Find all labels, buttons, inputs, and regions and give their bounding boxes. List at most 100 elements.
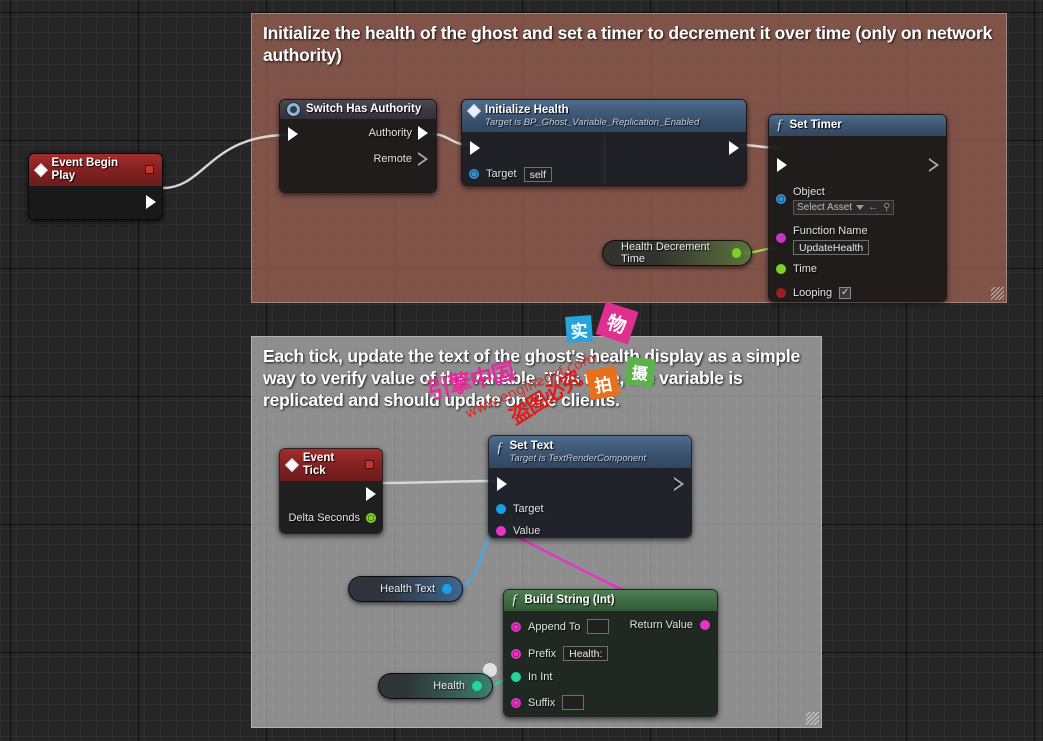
pin-label-value: Value: [513, 525, 540, 537]
exec-out-pin[interactable]: [929, 158, 939, 172]
pin-label-function-name: Function Name: [793, 225, 869, 237]
comment-resize-grip-icon[interactable]: [806, 712, 819, 725]
target-value-field[interactable]: self: [524, 167, 552, 182]
event-stop-icon[interactable]: [365, 460, 374, 469]
function-name-field[interactable]: UpdateHealth: [793, 240, 869, 255]
append-to-field[interactable]: [587, 619, 609, 634]
variable-get-health-text[interactable]: Health Text: [348, 576, 463, 602]
target-pin-icon[interactable]: [469, 169, 479, 179]
suffix-field[interactable]: [562, 695, 584, 710]
node-title: Set Timer: [790, 119, 842, 132]
pin-label-suffix: Suffix: [528, 697, 555, 709]
int-out-pin-icon[interactable]: [472, 681, 482, 691]
pin-label-return-value: Return Value: [630, 619, 693, 631]
node-header: ƒ Set Timer: [769, 115, 946, 136]
function-icon: ƒ: [511, 593, 519, 608]
function-diamond-icon: [467, 104, 481, 118]
function-name-pin-icon[interactable]: [776, 233, 786, 243]
exec-out-pin[interactable]: [729, 141, 739, 155]
node-title: Build String (Int): [525, 594, 615, 607]
node-switch-has-authority[interactable]: Switch Has Authority Authority Remote: [279, 99, 437, 193]
node-header: Switch Has Authority: [280, 100, 436, 119]
pin-label-time: Time: [793, 263, 817, 275]
node-header: ƒ Build String (Int): [504, 590, 717, 611]
in-int-pin-icon[interactable]: [511, 672, 521, 682]
asset-picker-value: Select Asset: [797, 202, 852, 213]
value-pin-icon[interactable]: [496, 526, 506, 536]
exec-out-pin[interactable]: [146, 195, 156, 209]
looping-pin-icon[interactable]: [776, 288, 786, 298]
variable-get-health[interactable]: Health: [378, 673, 493, 699]
node-title: Initialize Health: [485, 104, 699, 117]
event-diamond-icon: [285, 458, 299, 472]
node-title: Set Text: [510, 440, 647, 453]
chevron-down-icon[interactable]: [856, 205, 864, 210]
comment-resize-grip-icon[interactable]: [991, 287, 1004, 300]
exec-in-pin[interactable]: [497, 477, 507, 491]
pin-label-looping: Looping: [793, 287, 832, 299]
object-asset-picker[interactable]: Select Asset ← ⚲: [793, 200, 894, 215]
node-event-begin-play[interactable]: Event Begin Play: [28, 153, 163, 220]
node-body: Delta Seconds: [280, 481, 382, 533]
append-to-pin-icon[interactable]: [511, 622, 521, 632]
time-pin-icon[interactable]: [776, 264, 786, 274]
target-pin-icon[interactable]: [496, 504, 506, 514]
node-build-string-int[interactable]: ƒ Build String (Int) Append To Return Va…: [503, 589, 718, 717]
node-body: Target self: [462, 132, 746, 185]
node-column-divider: [604, 132, 605, 185]
prefix-field[interactable]: Health:: [563, 646, 608, 661]
node-subtitle: Target is BP_Ghost_Variable_Replication_…: [485, 118, 699, 129]
node-body: Append To Return Value Prefix Health: In…: [504, 611, 717, 716]
node-body: Target Value: [489, 468, 691, 537]
pin-label-delta-seconds: Delta Seconds: [288, 512, 360, 524]
exec-in-pin[interactable]: [288, 127, 298, 141]
gear-icon: [287, 103, 300, 116]
object-pin-icon[interactable]: [776, 194, 786, 204]
pin-label-prefix: Prefix: [528, 648, 556, 660]
exec-out-pin[interactable]: [674, 477, 684, 491]
node-set-text[interactable]: ƒ Set Text Target is TextRenderComponent…: [488, 435, 692, 538]
event-diamond-icon: [34, 163, 48, 177]
node-header: Event Begin Play: [29, 154, 162, 186]
pin-label-append-to: Append To: [528, 621, 580, 633]
pin-label-in-int: In Int: [528, 671, 552, 683]
pin-label-authority: Authority: [369, 127, 412, 139]
variable-label: Health Text: [380, 583, 435, 595]
event-stop-icon[interactable]: [145, 165, 154, 174]
node-title: Switch Has Authority: [306, 103, 421, 116]
looping-checkbox[interactable]: ✓: [839, 287, 851, 299]
exec-out-pin[interactable]: [366, 487, 376, 501]
node-subtitle: Target is TextRenderComponent: [510, 454, 647, 465]
variable-get-health-decrement-time[interactable]: Health Decrement Time: [602, 240, 752, 266]
node-title: Event Tick: [303, 452, 359, 478]
pin-label-target: Target: [513, 503, 544, 515]
pin-label-target: Target: [486, 168, 517, 180]
blueprint-graph-canvas[interactable]: Initialize the health of the ghost and s…: [0, 0, 1043, 741]
delta-seconds-pin-icon[interactable]: [366, 513, 376, 523]
node-header: Event Tick: [280, 449, 382, 481]
object-out-pin-icon[interactable]: [442, 584, 452, 594]
comment-title-initialize: Initialize the health of the ghost and s…: [252, 14, 1006, 75]
exec-in-pin[interactable]: [470, 141, 480, 155]
return-value-pin-icon[interactable]: [700, 620, 710, 630]
exec-out-pin-authority[interactable]: [418, 126, 428, 140]
exec-out-pin-remote[interactable]: [418, 152, 428, 166]
node-body: Authority Remote: [280, 119, 436, 192]
search-icon[interactable]: ⚲: [883, 203, 890, 213]
pin-label-object: Object: [793, 186, 894, 198]
prefix-pin-icon[interactable]: [511, 649, 521, 659]
node-initialize-health[interactable]: Initialize Health Target is BP_Ghost_Var…: [461, 99, 747, 186]
node-set-timer[interactable]: ƒ Set Timer Object Select Asset ← ⚲: [768, 114, 947, 302]
function-icon: ƒ: [496, 441, 504, 456]
float-out-pin-icon[interactable]: [732, 248, 741, 258]
node-header: ƒ Set Text Target is TextRenderComponent: [489, 436, 691, 468]
pin-label-remote: Remote: [373, 153, 412, 165]
variable-label: Health: [433, 680, 465, 692]
node-event-tick[interactable]: Event Tick Delta Seconds: [279, 448, 383, 534]
comment-title-tick: Each tick, update the text of the ghost'…: [252, 337, 821, 418]
exec-in-pin[interactable]: [777, 158, 787, 172]
node-body: Object Select Asset ← ⚲ Function Name Up…: [769, 136, 946, 301]
suffix-pin-icon[interactable]: [511, 698, 521, 708]
function-icon: ƒ: [776, 118, 784, 133]
browse-back-icon[interactable]: ←: [868, 202, 879, 213]
